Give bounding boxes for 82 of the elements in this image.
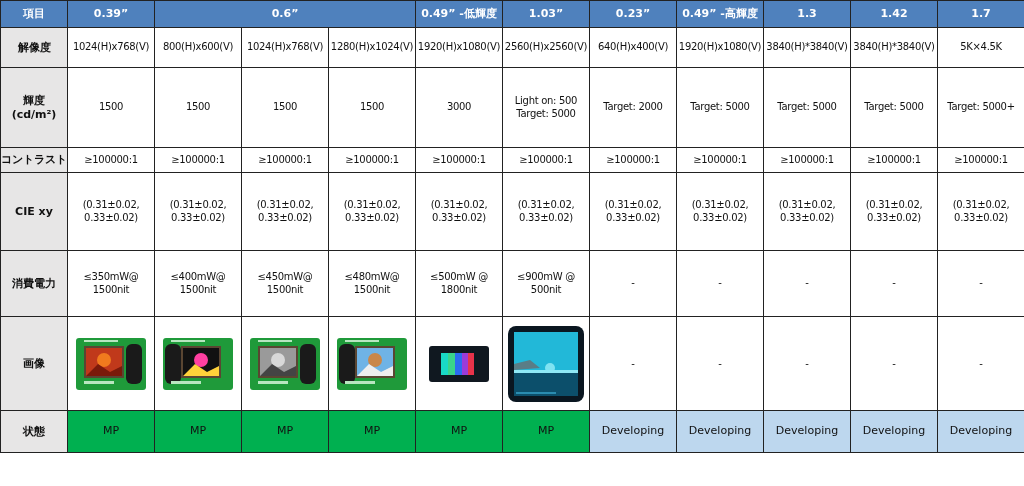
resolution-cell: 640(H)x400(V) bbox=[589, 27, 677, 68]
status-cell: MP bbox=[154, 410, 242, 453]
status-cell: Developing bbox=[850, 410, 938, 453]
cie-cell: (0.31±0.02, 0.33±0.02) bbox=[241, 172, 329, 251]
power-cell: - bbox=[589, 250, 677, 317]
row-label: 画像 bbox=[0, 316, 68, 411]
header-cell: 0.6” bbox=[154, 0, 416, 28]
header-cell: 0.49” -高輝度 bbox=[676, 0, 764, 28]
power-cell: - bbox=[676, 250, 764, 317]
cie-cell: (0.31±0.02, 0.33±0.02) bbox=[502, 172, 590, 251]
power-cell: ≤400mW@ 1500nit bbox=[154, 250, 242, 317]
contrast-cell: ≥100000:1 bbox=[589, 147, 677, 173]
row-label: 消費電力 bbox=[0, 250, 68, 317]
power-cell: ≤500mW @ 1800nit bbox=[415, 250, 503, 317]
contrast-cell: ≥100000:1 bbox=[67, 147, 155, 173]
row-label: CIE xy bbox=[0, 172, 68, 251]
image-cell: - bbox=[763, 316, 851, 411]
contrast-cell: ≥100000:1 bbox=[763, 147, 851, 173]
status-cell: MP bbox=[415, 410, 503, 453]
status-cell: Developing bbox=[676, 410, 764, 453]
status-cell: MP bbox=[502, 410, 590, 453]
brightness-cell: Light on: 500 Target: 5000 bbox=[502, 67, 590, 148]
image-cell: - bbox=[589, 316, 677, 411]
resolution-cell: 1280(H)x1024(V) bbox=[328, 27, 416, 68]
brightness-cell: Target: 5000 bbox=[763, 67, 851, 148]
cie-cell: (0.31±0.02, 0.33±0.02) bbox=[328, 172, 416, 251]
power-cell: ≤900mW @ 500nit bbox=[502, 250, 590, 317]
cie-cell: (0.31±0.02, 0.33±0.02) bbox=[589, 172, 677, 251]
brightness-cell: 1500 bbox=[154, 67, 242, 148]
row-label: コントラスト bbox=[0, 147, 68, 173]
row-label: 輝度 (cd/m²) bbox=[0, 67, 68, 148]
resolution-cell: 1024(H)x768(V) bbox=[67, 27, 155, 68]
status-cell: Developing bbox=[589, 410, 677, 453]
row-label: 状態 bbox=[0, 410, 68, 453]
contrast-cell: ≥100000:1 bbox=[154, 147, 242, 173]
contrast-cell: ≥100000:1 bbox=[415, 147, 503, 173]
resolution-cell: 3840(H)*3840(V) bbox=[850, 27, 938, 68]
brightness-cell: Target: 5000 bbox=[850, 67, 938, 148]
cie-cell: (0.31±0.02, 0.33±0.02) bbox=[676, 172, 764, 251]
resolution-cell: 800(H)x600(V) bbox=[154, 27, 242, 68]
header-cell: 0.39” bbox=[67, 0, 155, 28]
status-cell: MP bbox=[241, 410, 329, 453]
header-cell: 0.23” bbox=[589, 0, 677, 28]
cie-cell: (0.31±0.02, 0.33±0.02) bbox=[67, 172, 155, 251]
header-cell: 1.7 bbox=[937, 0, 1024, 28]
contrast-cell: ≥100000:1 bbox=[850, 147, 938, 173]
status-cell: Developing bbox=[937, 410, 1024, 453]
brightness-cell: 1500 bbox=[241, 67, 329, 148]
contrast-cell: ≥100000:1 bbox=[502, 147, 590, 173]
brightness-cell: Target: 2000 bbox=[589, 67, 677, 148]
image-cell: - bbox=[676, 316, 764, 411]
image-cell: - bbox=[850, 316, 938, 411]
brightness-cell: 3000 bbox=[415, 67, 503, 148]
power-cell: ≤480mW@ 1500nit bbox=[328, 250, 416, 317]
header-cell: 項目 bbox=[0, 0, 68, 28]
contrast-cell: ≥100000:1 bbox=[241, 147, 329, 173]
row-label: 解像度 bbox=[0, 27, 68, 68]
power-cell: - bbox=[763, 250, 851, 317]
brightness-cell: 1500 bbox=[67, 67, 155, 148]
power-cell: ≤450mW@ 1500nit bbox=[241, 250, 329, 317]
resolution-cell: 3840(H)*3840(V) bbox=[763, 27, 851, 68]
resolution-cell: 1024(H)x768(V) bbox=[241, 27, 329, 68]
contrast-cell: ≥100000:1 bbox=[328, 147, 416, 173]
header-cell: 1.42 bbox=[850, 0, 938, 28]
power-cell: - bbox=[850, 250, 938, 317]
resolution-cell: 2560(H)x2560(V) bbox=[502, 27, 590, 68]
cie-cell: (0.31±0.02, 0.33±0.02) bbox=[763, 172, 851, 251]
header-cell: 1.3 bbox=[763, 0, 851, 28]
status-cell: Developing bbox=[763, 410, 851, 453]
cie-cell: (0.31±0.02, 0.33±0.02) bbox=[850, 172, 938, 251]
resolution-cell: 1920(H)x1080(V) bbox=[676, 27, 764, 68]
cie-cell: (0.31±0.02, 0.33±0.02) bbox=[415, 172, 503, 251]
status-cell: MP bbox=[67, 410, 155, 453]
power-cell: ≤350mW@ 1500nit bbox=[67, 250, 155, 317]
contrast-cell: ≥100000:1 bbox=[676, 147, 764, 173]
cie-cell: (0.31±0.02, 0.33±0.02) bbox=[154, 172, 242, 251]
header-cell: 0.49” -低輝度 bbox=[415, 0, 503, 28]
header-cell: 1.03” bbox=[502, 0, 590, 28]
status-cell: MP bbox=[328, 410, 416, 453]
resolution-cell: 1920(H)x1080(V) bbox=[415, 27, 503, 68]
brightness-cell: 1500 bbox=[328, 67, 416, 148]
brightness-cell: Target: 5000 bbox=[676, 67, 764, 148]
